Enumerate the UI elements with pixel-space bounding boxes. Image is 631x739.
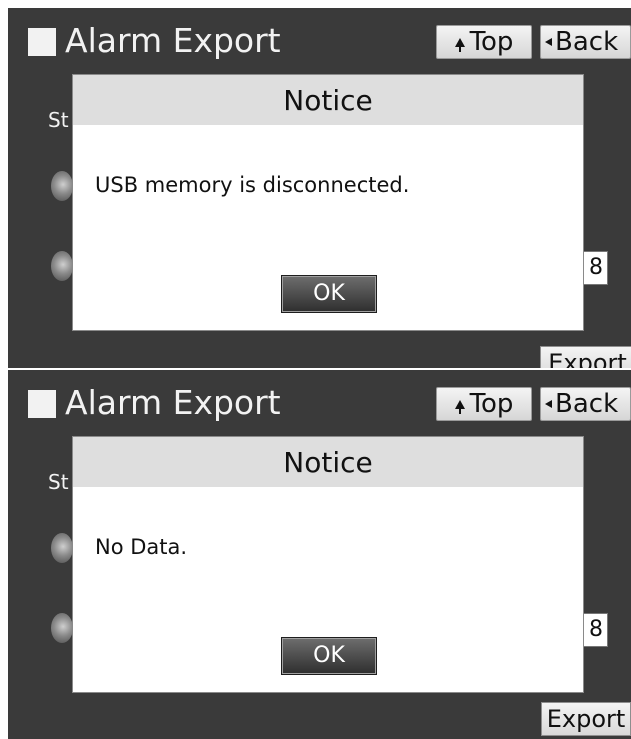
export-button[interactable]: Export: [541, 702, 631, 736]
radio-icon[interactable]: [51, 533, 73, 563]
screen-title: Alarm Export: [65, 21, 281, 60]
partial-label: St: [48, 108, 69, 132]
top-button-label: Top: [469, 389, 514, 419]
top-button[interactable]: Top: [436, 25, 532, 59]
dialog-message: USB memory is disconnected.: [95, 173, 410, 197]
dialog-title: Notice: [73, 75, 583, 125]
radio-icon[interactable]: [51, 171, 73, 201]
radio-icon[interactable]: [51, 613, 73, 643]
arrow-up-icon: [454, 37, 465, 52]
top-button-label: Top: [469, 27, 514, 57]
dialog-title: Notice: [73, 437, 583, 487]
alarm-export-screen-1: Alarm Export Top Back St 8 Export Notice…: [8, 8, 631, 368]
notice-dialog: Notice USB memory is disconnected. OK: [72, 74, 584, 331]
alarm-export-screen-2: Alarm Export Top Back St 8 Export Notice…: [8, 370, 631, 739]
arrow-left-icon: [545, 38, 552, 46]
back-button[interactable]: Back: [540, 25, 631, 59]
back-button[interactable]: Back: [540, 387, 631, 421]
notice-dialog: Notice No Data. OK: [72, 436, 584, 693]
export-button[interactable]: Export: [540, 346, 631, 368]
top-button[interactable]: Top: [436, 387, 532, 421]
square-icon: [28, 390, 56, 418]
radio-icon[interactable]: [51, 251, 73, 281]
back-button-label: Back: [555, 389, 619, 419]
dialog-message: No Data.: [95, 535, 188, 559]
arrow-up-icon: [454, 399, 465, 414]
ok-button[interactable]: OK: [281, 637, 377, 675]
back-button-label: Back: [555, 27, 619, 57]
partial-label: St: [48, 470, 69, 494]
screen-title: Alarm Export: [65, 383, 281, 422]
ok-button[interactable]: OK: [281, 275, 377, 313]
arrow-left-icon: [545, 400, 552, 408]
square-icon: [28, 28, 56, 56]
